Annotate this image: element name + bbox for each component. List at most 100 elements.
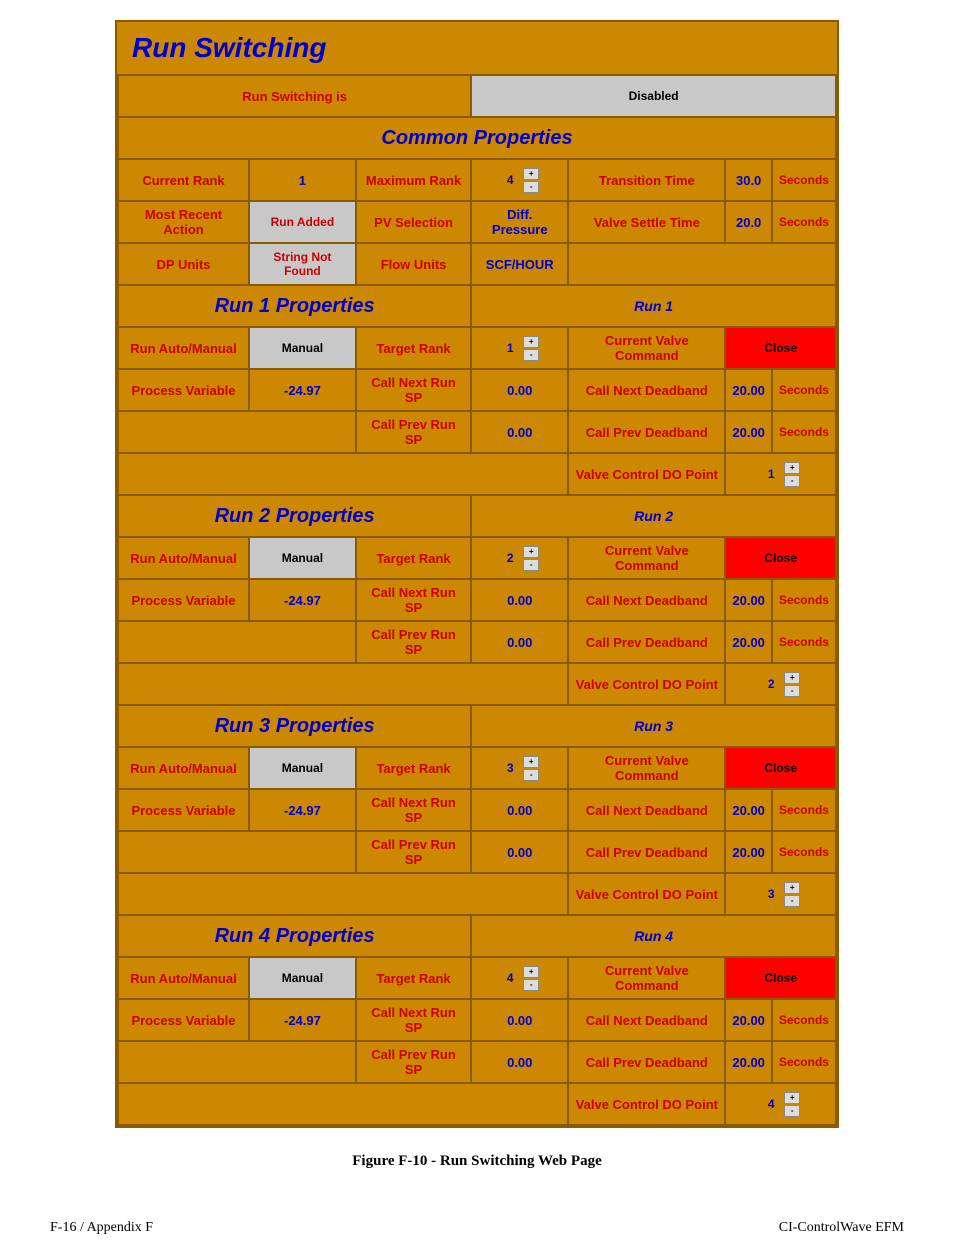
plus-icon[interactable]: + [523,546,539,558]
empty-cell [118,411,356,453]
cpsp-label: Call Prev Run SP [356,1041,471,1083]
minus-icon[interactable]: - [523,769,539,781]
cpsp-label: Call Prev Run SP [356,411,471,453]
empty-cell [118,621,356,663]
mra-value: Run Added [249,201,356,243]
minus-icon[interactable]: - [784,1105,800,1117]
cnd-value[interactable]: 20.00 [725,579,772,621]
pv-value: -24.97 [249,789,356,831]
cnsp-label: Call Next Run SP [356,369,471,411]
vcdo-spinner[interactable]: 2+- [725,663,836,705]
cpsp-value[interactable]: 0.00 [471,411,568,453]
ram-label: Run Auto/Manual [118,327,249,369]
cpsp-value[interactable]: 0.00 [471,831,568,873]
cnsp-value[interactable]: 0.00 [471,999,568,1041]
vcdo-label: Valve Control DO Point [568,663,725,705]
cnd-value[interactable]: 20.00 [725,789,772,831]
minus-icon[interactable]: - [523,349,539,361]
ram-value[interactable]: Manual [249,957,356,999]
valve-settle-value[interactable]: 20.0 [725,201,772,243]
empty-cell [118,831,356,873]
cnsp-label: Call Next Run SP [356,579,471,621]
cpsp-label: Call Prev Run SP [356,831,471,873]
plus-icon[interactable]: + [784,882,800,894]
run-switching-panel: Run Switching Run Switching is Disabled … [115,20,839,1128]
cpd-value[interactable]: 20.00 [725,621,772,663]
cvc-value[interactable]: Close [725,957,836,999]
cnsp-value[interactable]: 0.00 [471,579,568,621]
run-header: Run 4 Properties [118,915,471,957]
ram-label: Run Auto/Manual [118,747,249,789]
ram-label: Run Auto/Manual [118,957,249,999]
target-rank-spinner[interactable]: 2+- [471,537,568,579]
flow-units-value[interactable]: SCF/HOUR [471,243,568,285]
max-rank-spinner[interactable]: 4+- [471,159,568,201]
run-header: Run 2 Properties [118,495,471,537]
run-name: Run 3 [471,705,836,747]
run-header: Run 1 Properties [118,285,471,327]
pv-label: Process Variable [118,369,249,411]
plus-icon[interactable]: + [523,966,539,978]
valve-settle-label: Valve Settle Time [568,201,725,243]
plus-icon[interactable]: + [523,168,539,180]
run-name: Run 2 [471,495,836,537]
ram-value[interactable]: Manual [249,537,356,579]
target-rank-label: Target Rank [356,747,471,789]
trans-time-value[interactable]: 30.0 [725,159,772,201]
cpd-label: Call Prev Deadband [568,411,725,453]
trans-time-unit: Seconds [772,159,836,201]
plus-icon[interactable]: + [523,756,539,768]
ram-value[interactable]: Manual [249,747,356,789]
cnd-unit: Seconds [772,789,836,831]
plus-icon[interactable]: + [784,672,800,684]
status-value[interactable]: Disabled [471,75,836,117]
minus-icon[interactable]: - [784,475,800,487]
page-footer: F-16 / Appendix F CI-ControlWave EFM [20,1220,934,1236]
plus-icon[interactable]: + [784,462,800,474]
pv-value: -24.97 [249,999,356,1041]
cpd-value[interactable]: 20.00 [725,411,772,453]
cpd-value[interactable]: 20.00 [725,831,772,873]
plus-icon[interactable]: + [784,1092,800,1104]
target-rank-label: Target Rank [356,537,471,579]
dp-units-value: String Not Found [249,243,356,285]
run-name: Run 4 [471,915,836,957]
pv-label: Process Variable [118,999,249,1041]
cnd-unit: Seconds [772,579,836,621]
cpsp-value[interactable]: 0.00 [471,621,568,663]
vcdo-spinner[interactable]: 4+- [725,1083,836,1125]
minus-icon[interactable]: - [523,181,539,193]
target-rank-spinner[interactable]: 4+- [471,957,568,999]
cnd-label: Call Next Deadband [568,999,725,1041]
pv-label: Process Variable [118,579,249,621]
cnsp-value[interactable]: 0.00 [471,789,568,831]
minus-icon[interactable]: - [523,979,539,991]
ram-value[interactable]: Manual [249,327,356,369]
minus-icon[interactable]: - [523,559,539,571]
cvc-label: Current Valve Command [568,327,725,369]
cnd-value[interactable]: 20.00 [725,369,772,411]
plus-icon[interactable]: + [523,336,539,348]
cpd-value[interactable]: 20.00 [725,1041,772,1083]
cvc-value[interactable]: Close [725,327,836,369]
empty-cell [118,453,568,495]
figure-caption: Figure F-10 - Run Switching Web Page [20,1153,934,1170]
target-rank-spinner[interactable]: 3+- [471,747,568,789]
cnd-value[interactable]: 20.00 [725,999,772,1041]
cnsp-value[interactable]: 0.00 [471,369,568,411]
vcdo-label: Valve Control DO Point [568,1083,725,1125]
cvc-value[interactable]: Close [725,537,836,579]
footer-right: CI-ControlWave EFM [779,1220,904,1236]
pvsel-value[interactable]: Diff. Pressure [471,201,568,243]
minus-icon[interactable]: - [784,895,800,907]
current-rank-label: Current Rank [118,159,249,201]
vcdo-spinner[interactable]: 1+- [725,453,836,495]
target-rank-spinner[interactable]: 1+- [471,327,568,369]
cpd-unit: Seconds [772,1041,836,1083]
cnd-unit: Seconds [772,369,836,411]
cpd-label: Call Prev Deadband [568,1041,725,1083]
vcdo-spinner[interactable]: 3+- [725,873,836,915]
cpsp-value[interactable]: 0.00 [471,1041,568,1083]
minus-icon[interactable]: - [784,685,800,697]
cvc-value[interactable]: Close [725,747,836,789]
